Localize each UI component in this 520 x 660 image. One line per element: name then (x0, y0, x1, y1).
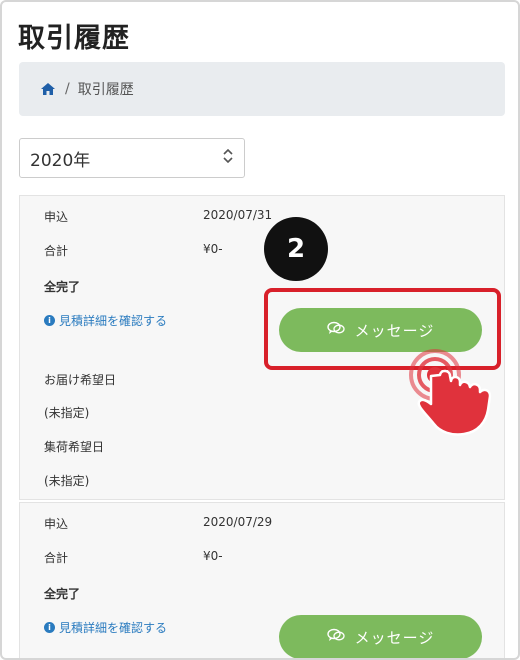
screenshot-frame: 取引履歴 / 取引履歴 2020年 申込 2020/07/31 合計 ¥0- 全… (0, 0, 520, 660)
message-button[interactable]: メッセージ (279, 615, 482, 658)
step-badge: 2 (264, 217, 328, 281)
message-button-label: メッセージ (354, 628, 435, 647)
status-text: 全完了 (44, 280, 81, 294)
hand-pointer-icon (409, 349, 492, 436)
year-select[interactable]: 2020年 (19, 138, 245, 178)
pickup-label: 集荷希望日 (44, 440, 105, 454)
home-icon[interactable] (41, 83, 55, 95)
breadcrumb-current: 取引履歴 (77, 82, 134, 98)
status-text: 全完了 (44, 587, 81, 601)
apply-date: 2020/07/29 (203, 515, 273, 529)
info-icon: i (44, 315, 55, 326)
chevron-updown-icon (222, 148, 234, 168)
info-icon: i (44, 622, 55, 633)
breadcrumb: / 取引履歴 (19, 62, 505, 116)
quote-detail-link[interactable]: i 見積詳細を確認する (44, 312, 167, 329)
total-value: ¥0- (203, 549, 223, 563)
total-value: ¥0- (203, 242, 223, 256)
year-select-value: 2020年 (30, 150, 91, 171)
quote-detail-label: 見積詳細を確認する (59, 314, 168, 328)
delivery-label: お届け希望日 (44, 373, 117, 387)
page-title: 取引履歴 (18, 23, 130, 54)
apply-label: 申込 (44, 517, 69, 531)
apply-label: 申込 (44, 210, 69, 224)
apply-date: 2020/07/31 (203, 208, 273, 222)
total-label: 合計 (44, 244, 69, 258)
total-label: 合計 (44, 551, 69, 565)
quote-detail-link[interactable]: i 見積詳細を確認する (44, 619, 167, 636)
pickup-value: (未指定) (44, 474, 90, 488)
breadcrumb-separator: / (65, 81, 70, 97)
quote-detail-label: 見積詳細を確認する (59, 621, 168, 635)
delivery-value: (未指定) (44, 406, 90, 420)
chat-icon (326, 628, 345, 646)
